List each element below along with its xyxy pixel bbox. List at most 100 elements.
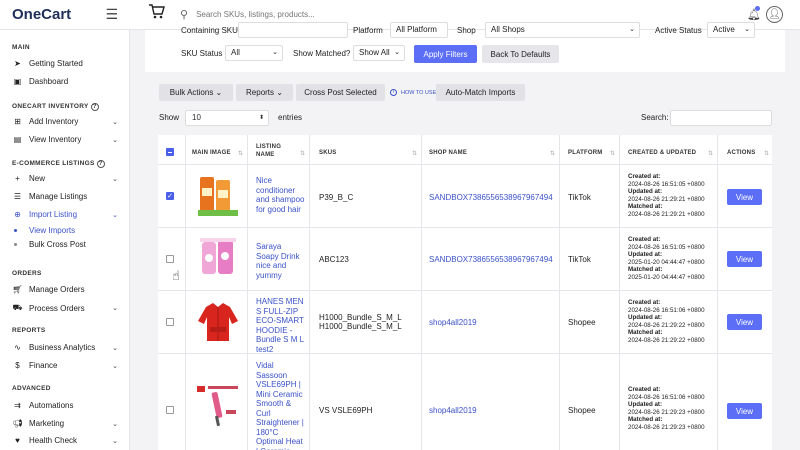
show-matched-select[interactable]: Show All ⌄ (353, 45, 405, 61)
sidebar-item-label: Marketing (29, 419, 65, 428)
sidebar-item-import-listing[interactable]: ⊕ Import Listing ⌄ (12, 210, 118, 219)
sidebar-item-label: Import Listing (29, 210, 78, 219)
logo[interactable]: OneCart ☰ (0, 6, 130, 23)
sort-icon[interactable]: ⇅ (708, 150, 713, 157)
product-image[interactable] (196, 384, 240, 428)
chevron-down-icon: ⌄ (276, 88, 283, 97)
sort-icon[interactable]: ⇅ (610, 150, 615, 157)
sidebar-item-label: Manage Orders (29, 285, 85, 294)
sidebar-item-health-check[interactable]: ♥ Health Check ⌄ (12, 436, 118, 445)
chevron-down-icon: ⌄ (744, 26, 750, 33)
shop-name-link[interactable]: shop4all2019 (429, 318, 477, 327)
platform-select[interactable]: All Platform (390, 22, 448, 38)
column-header-skus[interactable]: SKUS (319, 150, 336, 156)
sidebar-item-dashboard[interactable]: ▣ Dashboard (12, 77, 118, 86)
sidebar-item-view-inventory[interactable]: ▤ View Inventory ⌄ (12, 135, 118, 144)
truck-icon: ⛟ (12, 303, 23, 312)
listing-name-link[interactable]: Nice conditioner and shampoo for good ha… (256, 176, 306, 214)
entries-select[interactable]: 10 ⬍ (185, 110, 269, 126)
bulk-actions-label: Bulk Actions (169, 88, 214, 97)
sidebar-item-view-imports[interactable]: View Imports (14, 226, 120, 235)
sidebar-item-label: Add Inventory (29, 117, 79, 126)
listing-name-link[interactable]: Vidal Sassoon VSLE69PH | Mini Ceramic Sm… (256, 361, 306, 450)
shop-name-link[interactable]: SANDBOX7386556538967967494 (429, 193, 553, 202)
row-checkbox[interactable] (166, 318, 174, 326)
table-row: Vidal Sassoon VSLE69PH | Mini Ceramic Sm… (158, 354, 772, 450)
sort-icon[interactable]: ⇅ (550, 150, 555, 157)
product-image[interactable] (196, 299, 240, 343)
sidebar-item-add-inventory[interactable]: ⊞ Add Inventory ⌄ (12, 117, 118, 126)
sku-status-select[interactable]: All ⌄ (225, 45, 283, 61)
select-all-checkbox[interactable] (166, 148, 174, 156)
updated-value: 2024-08-26 21:29:21 +0800 (628, 195, 705, 203)
sidebar-item-manage-orders[interactable]: 🛒︎ Manage Orders (12, 285, 118, 294)
search-input[interactable] (196, 10, 447, 19)
help-icon[interactable]: ? (96, 160, 105, 168)
chevron-down-icon: ⌄ (112, 175, 118, 183)
notification-bell-icon[interactable]: 🔔︎ (747, 6, 761, 21)
sidebar-item-label: Process Orders (29, 303, 85, 313)
view-button[interactable]: View (727, 189, 762, 205)
cross-post-selected-button[interactable]: Cross Post Selected (296, 84, 385, 101)
sidebar-item-bulk-cross-post[interactable]: Bulk Cross Post (14, 240, 120, 249)
shop-name-link[interactable]: SANDBOX7386556538967967494 (429, 255, 553, 264)
back-to-defaults-button[interactable]: Back To Defaults (482, 45, 559, 63)
sidebar-item-marketing[interactable]: 📢︎ Marketing ⌄ (12, 419, 118, 428)
active-status-select[interactable]: Active ⌄ (707, 22, 755, 38)
table-search-input[interactable] (670, 110, 772, 126)
sidebar-item-new[interactable]: + New ⌄ (12, 174, 118, 183)
platform-value: Shopee (568, 318, 596, 327)
bullet-icon (14, 229, 17, 232)
updated-label: Updated at: (628, 314, 663, 322)
reports-label: Reports (246, 88, 275, 97)
sidebar-item-automations[interactable]: ⇉ Automations (12, 401, 118, 410)
row-checkbox[interactable]: ✓ (166, 192, 174, 200)
shop-name-link[interactable]: shop4all2019 (429, 406, 477, 415)
column-header-listing[interactable]: LISTING NAME (256, 143, 296, 159)
sidebar-item-label: View Imports (29, 226, 76, 235)
platform-value: TikTok (568, 255, 591, 264)
matched-value: 2024-08-26 21:29:23 +0800 (628, 423, 705, 431)
hamburger-icon[interactable]: ☰ (105, 6, 118, 23)
auto-match-imports-button[interactable]: Auto-Match Imports (436, 84, 525, 101)
sort-icon[interactable]: ⇅ (300, 150, 305, 157)
chevron-down-icon: ⌄ (112, 136, 118, 144)
listing-name-link[interactable]: Saraya Soapy Drink nice and yummy (256, 242, 306, 280)
search-icon: ⚲ (180, 9, 189, 21)
view-button[interactable]: View (727, 251, 762, 267)
sidebar-item-manage-listings[interactable]: ☰ Manage Listings (12, 192, 118, 201)
product-image[interactable] (196, 236, 240, 280)
product-image[interactable] (196, 174, 240, 218)
created-value: 2024-08-26 16:51:05 +0800 (628, 180, 705, 188)
user-avatar-icon[interactable]: 👤︎ (766, 6, 783, 23)
sort-icon[interactable]: ⇅ (238, 150, 243, 157)
column-header-image[interactable]: MAIN IMAGE (192, 150, 231, 156)
how-to-use-link[interactable]: i HOW TO USE (390, 89, 436, 96)
help-icon[interactable]: ? (90, 103, 99, 111)
sidebar-item-getting-started[interactable]: ➤ Getting Started (12, 59, 118, 68)
column-header-created[interactable]: CREATED & UPDATED (628, 150, 696, 156)
sort-icon[interactable]: ⇅ (412, 150, 417, 157)
sku-value: H1000_Bundle_S_M_L (319, 313, 402, 322)
row-checkbox[interactable] (166, 406, 174, 414)
view-button[interactable]: View (727, 403, 762, 419)
sort-icon[interactable]: ⇅ (764, 150, 769, 157)
listing-name-link[interactable]: HANES MEN S FULL-ZIP ECO-SMART HOODIE - … (256, 297, 306, 354)
containing-sku-input[interactable] (238, 22, 348, 38)
platform-label: Platform (353, 26, 383, 35)
cart-icon[interactable] (142, 3, 172, 26)
sidebar-item-business-analytics[interactable]: ∿ Business Analytics ⌄ (12, 343, 118, 352)
row-checkbox[interactable] (166, 255, 174, 263)
column-header-platform[interactable]: PLATFORM (568, 150, 602, 156)
reports-button[interactable]: Reports ⌄ (236, 84, 293, 101)
sidebar-item-process-orders[interactable]: ⛟ Process Orders ⌄ (12, 303, 118, 313)
column-header-shop[interactable]: SHOP NAME (429, 150, 467, 156)
view-button[interactable]: View (727, 314, 762, 330)
apply-filters-button[interactable]: Apply Filters (414, 45, 477, 63)
chevron-down-icon: ⌄ (394, 49, 400, 56)
bulk-actions-button[interactable]: Bulk Actions ⌄ (159, 84, 233, 101)
shop-select[interactable]: All Shops ⌄ (485, 22, 640, 38)
sku-value: VS VSLE69PH (319, 406, 373, 415)
sku-status-label: SKU Status (181, 49, 223, 58)
sidebar-item-finance[interactable]: $ Finance ⌄ (12, 361, 118, 370)
